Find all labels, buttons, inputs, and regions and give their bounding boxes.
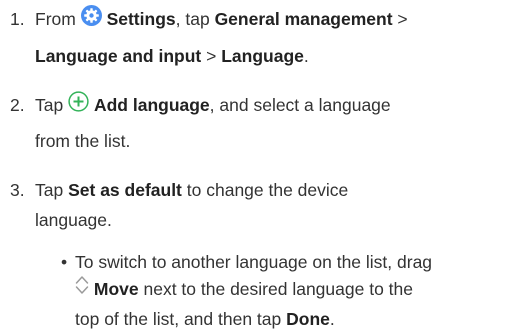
step-3-number: 3. [10,180,25,200]
bullet-move-label: Move [93,279,139,299]
bullet-text-top: top of the list, and then tap [75,309,282,329]
step-3-set-as-default-label: Set as default [68,180,182,200]
step-3-line-2: language. [35,208,112,232]
bullet-period: . [329,309,335,329]
step-1-language-and-input-label: Language and input [35,46,202,66]
move-up-down-icon [75,275,89,301]
step-2-text-from-list: from the list. [35,131,131,151]
step-1-line-1: From Settings, tap General management > [35,5,408,34]
add-plus-icon [68,91,89,118]
step-3-text-language: language. [35,210,112,230]
step-2-line-2: from the list. [35,129,130,153]
step-1-settings-label: Settings [106,9,176,30]
bullet-mark: • [61,252,68,272]
step-1-line-2: Language and input > Language. [35,44,309,68]
step-1-language-label: Language [221,46,304,66]
step-1-general-management-label: General management [214,9,393,30]
step-1-text-from: From [35,9,76,30]
step-1-period: . [303,46,309,66]
settings-gear-icon [80,5,102,32]
bullet-text-switch: To switch to another language on the lis… [75,252,433,272]
step-3-text-change: to change the device [186,180,349,200]
step-3-text-tap: Tap [35,180,64,200]
step-1-chevron-1: > [397,9,408,30]
step-2-text-tap: Tap [35,95,64,116]
bullet-line-2: Move next to the desired language to the [75,275,413,303]
step-1-number: 1. [10,9,25,29]
step-2-number: 2. [10,95,25,115]
instruction-document: 1. From Settings, tap General management… [0,0,529,332]
step-1-text-tap: , tap [175,9,210,30]
step-2-line-1: Tap Add language, and select a language [35,91,391,120]
bullet-text-next-to: next to the desired language to the [143,279,413,299]
step-1-chevron-2: > [206,46,217,66]
step-2-text-select: , and select a language [209,95,391,116]
bullet-done-label: Done [286,309,330,329]
bullet-line-3: top of the list, and then tap Done. [75,307,335,331]
step-2-add-language-label: Add language [93,95,210,116]
step-3-line-1: Tap Set as default to change the device [35,178,348,202]
bullet-line-1: To switch to another language on the lis… [75,250,432,274]
